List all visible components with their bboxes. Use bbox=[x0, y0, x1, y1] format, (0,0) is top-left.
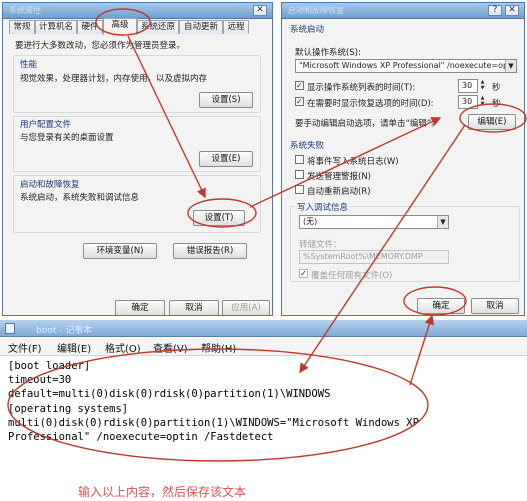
default-os-select[interactable]: "Microsoft Windows XP Professional" /noe… bbox=[295, 59, 517, 73]
tab-system-restore[interactable]: 系统还原 bbox=[137, 20, 179, 34]
code-line: multi(0)disk(0)rdisk(0)partition(1)\WIND… bbox=[8, 417, 419, 429]
seconds-unit: 秒 bbox=[492, 83, 501, 93]
startup-recovery-desc: 系统启动，系统失败和调试信息 bbox=[20, 193, 140, 203]
edit-button[interactable]: 编辑(E) bbox=[468, 114, 516, 130]
show-recovery-label: 在需要时显示恢复选项的时间(D): bbox=[307, 99, 434, 109]
user-profiles-desc: 与您登录有关的桌面设置 bbox=[20, 133, 114, 143]
chevron-down-icon: ▼ bbox=[505, 60, 516, 72]
cancel-button[interactable]: 取消 bbox=[169, 300, 219, 315]
user-profiles-title: 用户配置文件 bbox=[20, 120, 72, 130]
debug-info-value: (无) bbox=[303, 217, 318, 226]
show-recovery-checkbox[interactable]: ✓ bbox=[295, 97, 304, 106]
show-os-list-label: 显示操作系统列表的时间(T): bbox=[307, 83, 416, 93]
dump-file-label: 转储文件： bbox=[299, 240, 342, 250]
spinner-arrows-icon[interactable]: ▲ ▼ bbox=[479, 95, 486, 107]
startup-recovery-dialog-title: 启动和故障恢复 bbox=[288, 6, 344, 15]
environment-variables-button[interactable]: 环境变量(N) bbox=[83, 243, 157, 259]
seconds-unit: 秒 bbox=[492, 99, 501, 109]
default-os-value: "Microsoft Windows XP Professional" /noe… bbox=[299, 61, 517, 70]
notepad-text-area[interactable] bbox=[0, 357, 527, 501]
spinner-arrows-icon[interactable]: ▲ ▼ bbox=[479, 79, 486, 91]
tab-advanced[interactable]: 高级 bbox=[103, 18, 137, 35]
code-line: timeout=30 bbox=[8, 374, 72, 386]
tab-auto-update[interactable]: 自动更新 bbox=[179, 20, 223, 34]
code-line: [operating systems] bbox=[8, 403, 129, 415]
overwrite-checkbox[interactable]: ✓ bbox=[299, 269, 308, 278]
tab-remote[interactable]: 远程 bbox=[223, 20, 249, 34]
dump-file-input[interactable]: %SystemRoot%\MEMORY.DMP bbox=[299, 250, 449, 264]
close-button[interactable]: ✕ bbox=[505, 5, 519, 16]
notepad-titlebar: boot - 记事本 bbox=[0, 320, 527, 337]
write-event-label: 将事件写入系统日志(W) bbox=[307, 157, 399, 167]
code-line: default=multi(0)disk(0)rdisk(0)partition… bbox=[8, 388, 331, 400]
menu-edit[interactable]: 编辑(E) bbox=[57, 340, 91, 355]
default-os-label: 默认操作系统(S): bbox=[295, 48, 361, 58]
cancel-button[interactable]: 取消 bbox=[471, 298, 519, 314]
tab-hardware[interactable]: 硬件 bbox=[77, 20, 103, 34]
send-alert-checkbox[interactable] bbox=[295, 170, 304, 179]
code-line: [boot loader] bbox=[8, 360, 91, 372]
show-recovery-seconds[interactable]: 30 bbox=[458, 95, 478, 109]
system-failure-heading: 系统失败 bbox=[290, 141, 325, 151]
startup-recovery-settings-button[interactable]: 设置(T) bbox=[193, 210, 245, 226]
show-os-list-checkbox[interactable]: ✓ bbox=[295, 81, 304, 90]
help-button[interactable]: ? bbox=[488, 5, 502, 16]
instruction-caption: 输入以上内容，然后保存该文本 bbox=[78, 485, 247, 499]
notepad-icon bbox=[5, 323, 15, 334]
performance-settings-button[interactable]: 设置(S) bbox=[199, 92, 253, 108]
menu-file[interactable]: 文件(F) bbox=[8, 340, 42, 355]
user-profiles-settings-button[interactable]: 设置(E) bbox=[199, 151, 253, 167]
write-event-checkbox[interactable] bbox=[295, 155, 304, 164]
admin-intro-text: 要进行大多数改动，您必须作为管理员登录。 bbox=[15, 41, 186, 51]
error-reporting-button[interactable]: 错误报告(R) bbox=[173, 243, 247, 259]
system-startup-heading: 系统启动 bbox=[290, 25, 325, 35]
edit-hint-text: 要手动编辑启动选项，请单击“编辑”。 bbox=[295, 119, 440, 129]
menu-format[interactable]: 格式(O) bbox=[105, 340, 141, 355]
menu-view[interactable]: 查看(V) bbox=[153, 340, 188, 355]
chevron-down-icon: ▼ bbox=[437, 216, 448, 228]
startup-recovery-dialog: 启动和故障恢复 ? ✕ 系统启动 默认操作系统(S): "Microsoft W… bbox=[281, 2, 525, 316]
performance-desc: 视觉效果，处理器计划，内存使用，以及虚拟内存 bbox=[20, 74, 208, 84]
startup-recovery-titlebar: 启动和故障恢复 ? ✕ bbox=[282, 3, 524, 19]
ok-button[interactable]: 确定 bbox=[115, 300, 165, 315]
apply-button[interactable]: 应用(A) bbox=[222, 300, 270, 315]
startup-recovery-title: 启动和故障恢复 bbox=[20, 180, 80, 190]
debug-info-select[interactable]: (无) ▼ bbox=[299, 215, 449, 229]
auto-restart-checkbox[interactable] bbox=[295, 185, 304, 194]
system-properties-title: 系统属性 bbox=[9, 6, 41, 15]
tab-computer-name[interactable]: 计算机名 bbox=[35, 20, 77, 34]
menu-help[interactable]: 帮助(H) bbox=[201, 340, 236, 355]
performance-title: 性能 bbox=[20, 60, 38, 70]
send-alert-label: 发送管理警报(N) bbox=[307, 172, 371, 182]
system-properties-titlebar: 系统属性 ✕ bbox=[3, 3, 272, 19]
overwrite-label: 覆盖任何现有文件(O) bbox=[311, 271, 393, 281]
tab-general[interactable]: 常规 bbox=[9, 20, 35, 34]
auto-restart-label: 自动重新启动(R) bbox=[307, 187, 371, 197]
system-properties-window: 系统属性 ✕ 常规 计算机名 硬件 高级 系统还原 自动更新 远程 要进行大多数… bbox=[2, 2, 273, 316]
show-os-list-seconds[interactable]: 30 bbox=[458, 79, 478, 93]
ok-button[interactable]: 确定 bbox=[417, 298, 465, 314]
debug-info-heading: 写入调试信息 bbox=[295, 201, 351, 213]
code-line: Professional" /noexecute=optin /Fastdete… bbox=[8, 431, 274, 443]
notepad-title: boot - 记事本 bbox=[36, 326, 93, 336]
close-button[interactable]: ✕ bbox=[253, 5, 267, 16]
